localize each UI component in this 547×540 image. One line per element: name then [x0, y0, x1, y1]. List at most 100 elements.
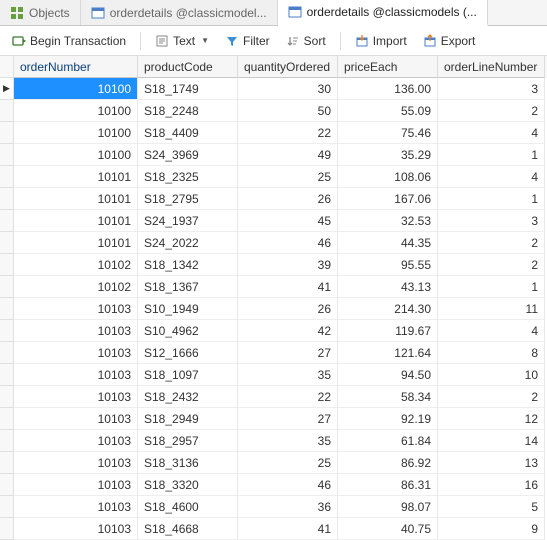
cell-orderLineNumber[interactable]: 12 — [438, 408, 545, 430]
cell-quantityOrdered[interactable]: 27 — [238, 408, 338, 430]
cell-priceEach[interactable]: 121.64 — [338, 342, 438, 364]
col-header-quantityOrdered[interactable]: quantityOrdered — [238, 56, 338, 78]
table-row[interactable]: 10103S18_46003698.075 — [0, 496, 547, 518]
cell-quantityOrdered[interactable]: 36 — [238, 496, 338, 518]
cell-quantityOrdered[interactable]: 49 — [238, 144, 338, 166]
cell-productCode[interactable]: S12_1666 — [138, 342, 238, 364]
data-grid[interactable]: orderNumber productCode quantityOrdered … — [0, 56, 547, 540]
col-header-orderLineNumber[interactable]: orderLineNumber — [438, 56, 545, 78]
cell-orderLineNumber[interactable]: 1 — [438, 144, 545, 166]
cell-orderLineNumber[interactable]: 9 — [438, 518, 545, 540]
cell-priceEach[interactable]: 43.13 — [338, 276, 438, 298]
cell-quantityOrdered[interactable]: 30 — [238, 78, 338, 100]
cell-productCode[interactable]: S24_1937 — [138, 210, 238, 232]
cell-quantityOrdered[interactable]: 46 — [238, 232, 338, 254]
cell-orderNumber[interactable]: 10103 — [14, 430, 138, 452]
cell-orderLineNumber[interactable]: 8 — [438, 342, 545, 364]
table-row[interactable]: 10103S18_29492792.1912 — [0, 408, 547, 430]
table-row[interactable]: 10103S18_24322258.342 — [0, 386, 547, 408]
cell-quantityOrdered[interactable]: 22 — [238, 122, 338, 144]
cell-productCode[interactable]: S18_2248 — [138, 100, 238, 122]
cell-orderNumber[interactable]: 10100 — [14, 122, 138, 144]
cell-priceEach[interactable]: 61.84 — [338, 430, 438, 452]
cell-orderNumber[interactable]: 10103 — [14, 364, 138, 386]
cell-priceEach[interactable]: 86.31 — [338, 474, 438, 496]
cell-orderLineNumber[interactable]: 4 — [438, 166, 545, 188]
cell-quantityOrdered[interactable]: 41 — [238, 518, 338, 540]
cell-priceEach[interactable]: 119.67 — [338, 320, 438, 342]
cell-orderNumber[interactable]: 10103 — [14, 518, 138, 540]
cell-productCode[interactable]: S18_3136 — [138, 452, 238, 474]
col-header-orderNumber[interactable]: orderNumber — [14, 56, 138, 78]
cell-productCode[interactable]: S18_2957 — [138, 430, 238, 452]
cell-orderLineNumber[interactable]: 4 — [438, 122, 545, 144]
cell-quantityOrdered[interactable]: 22 — [238, 386, 338, 408]
table-row[interactable]: ▶10100S18_174930136.003 — [0, 78, 547, 100]
cell-orderLineNumber[interactable]: 14 — [438, 430, 545, 452]
export-button[interactable]: Export — [417, 32, 482, 50]
table-row[interactable]: 10101S24_20224644.352 — [0, 232, 547, 254]
cell-orderLineNumber[interactable]: 11 — [438, 298, 545, 320]
cell-productCode[interactable]: S18_2795 — [138, 188, 238, 210]
cell-priceEach[interactable]: 75.46 — [338, 122, 438, 144]
cell-orderNumber[interactable]: 10100 — [14, 144, 138, 166]
table-row[interactable]: 10103S18_29573561.8414 — [0, 430, 547, 452]
cell-productCode[interactable]: S18_1342 — [138, 254, 238, 276]
cell-productCode[interactable]: S24_2022 — [138, 232, 238, 254]
cell-productCode[interactable]: S18_4409 — [138, 122, 238, 144]
cell-priceEach[interactable]: 214.30 — [338, 298, 438, 320]
cell-quantityOrdered[interactable]: 39 — [238, 254, 338, 276]
cell-quantityOrdered[interactable]: 26 — [238, 298, 338, 320]
cell-priceEach[interactable]: 40.75 — [338, 518, 438, 540]
cell-productCode[interactable]: S18_4600 — [138, 496, 238, 518]
cell-orderNumber[interactable]: 10103 — [14, 452, 138, 474]
cell-priceEach[interactable]: 32.53 — [338, 210, 438, 232]
table-row[interactable]: 10102S18_13674143.131 — [0, 276, 547, 298]
cell-orderNumber[interactable]: 10101 — [14, 232, 138, 254]
cell-orderLineNumber[interactable]: 13 — [438, 452, 545, 474]
filter-button[interactable]: Filter — [219, 32, 276, 50]
cell-orderNumber[interactable]: 10100 — [14, 100, 138, 122]
cell-priceEach[interactable]: 108.06 — [338, 166, 438, 188]
cell-orderNumber[interactable]: 10103 — [14, 320, 138, 342]
cell-orderNumber[interactable]: 10101 — [14, 166, 138, 188]
table-row[interactable]: 10103S10_194926214.3011 — [0, 298, 547, 320]
cell-quantityOrdered[interactable]: 35 — [238, 364, 338, 386]
cell-orderLineNumber[interactable]: 16 — [438, 474, 545, 496]
cell-priceEach[interactable]: 94.50 — [338, 364, 438, 386]
cell-priceEach[interactable]: 86.92 — [338, 452, 438, 474]
tab-orderdetails-2[interactable]: orderdetails @classicmodels (... — [278, 0, 488, 26]
table-row[interactable]: 10103S10_496242119.674 — [0, 320, 547, 342]
cell-productCode[interactable]: S18_1749 — [138, 78, 238, 100]
cell-orderNumber[interactable]: 10101 — [14, 188, 138, 210]
table-row[interactable]: 10101S18_279526167.061 — [0, 188, 547, 210]
cell-orderNumber[interactable]: 10103 — [14, 408, 138, 430]
table-row[interactable]: 10103S18_10973594.5010 — [0, 364, 547, 386]
cell-quantityOrdered[interactable]: 25 — [238, 452, 338, 474]
cell-orderNumber[interactable]: 10103 — [14, 298, 138, 320]
cell-orderLineNumber[interactable]: 2 — [438, 254, 545, 276]
cell-priceEach[interactable]: 136.00 — [338, 78, 438, 100]
cell-orderLineNumber[interactable]: 4 — [438, 320, 545, 342]
cell-productCode[interactable]: S18_4668 — [138, 518, 238, 540]
tab-objects[interactable]: Objects — [0, 0, 81, 25]
cell-orderLineNumber[interactable]: 3 — [438, 78, 545, 100]
cell-productCode[interactable]: S18_1097 — [138, 364, 238, 386]
import-button[interactable]: Import — [349, 32, 413, 50]
cell-quantityOrdered[interactable]: 26 — [238, 188, 338, 210]
cell-orderNumber[interactable]: 10102 — [14, 276, 138, 298]
cell-orderNumber[interactable]: 10103 — [14, 496, 138, 518]
cell-priceEach[interactable]: 92.19 — [338, 408, 438, 430]
cell-productCode[interactable]: S18_2432 — [138, 386, 238, 408]
cell-orderNumber[interactable]: 10103 — [14, 386, 138, 408]
table-row[interactable]: 10101S18_232525108.064 — [0, 166, 547, 188]
table-row[interactable]: 10100S24_39694935.291 — [0, 144, 547, 166]
cell-priceEach[interactable]: 44.35 — [338, 232, 438, 254]
table-row[interactable]: 10100S18_44092275.464 — [0, 122, 547, 144]
cell-priceEach[interactable]: 98.07 — [338, 496, 438, 518]
cell-quantityOrdered[interactable]: 50 — [238, 100, 338, 122]
cell-orderNumber[interactable]: 10103 — [14, 474, 138, 496]
table-row[interactable]: 10102S18_13423995.552 — [0, 254, 547, 276]
cell-priceEach[interactable]: 35.29 — [338, 144, 438, 166]
cell-quantityOrdered[interactable]: 41 — [238, 276, 338, 298]
